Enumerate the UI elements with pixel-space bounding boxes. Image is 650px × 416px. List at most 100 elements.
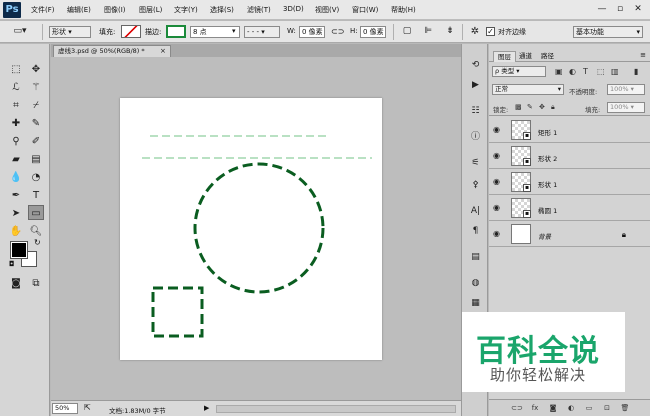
stroke-width-dropdown-icon[interactable]: ▾ bbox=[232, 27, 236, 35]
width-field[interactable]: 0 像素 bbox=[299, 26, 325, 38]
crop-tool-icon[interactable]: ⌗ bbox=[8, 98, 24, 113]
minimize-button[interactable]: — bbox=[594, 3, 610, 16]
close-window-button[interactable]: ✕ bbox=[630, 3, 646, 16]
lock-transparent-icon[interactable]: ▩ bbox=[515, 103, 522, 111]
move-tool-icon[interactable]: ✥ bbox=[28, 62, 44, 77]
new-layer-icon[interactable]: ⊡ bbox=[601, 403, 613, 414]
timeline-panel-icon[interactable]: ▦ bbox=[468, 296, 483, 310]
adjustment-layer-icon[interactable]: ◐ bbox=[565, 403, 577, 414]
close-tab-icon[interactable]: × bbox=[160, 46, 166, 57]
layer-row[interactable]: ◉ ▪ 矩形 1 bbox=[489, 118, 650, 143]
menu-type[interactable]: 文字(Y) bbox=[174, 5, 198, 15]
default-colors-icon[interactable]: ◘ bbox=[9, 260, 15, 268]
menu-window[interactable]: 窗口(W) bbox=[352, 5, 378, 15]
workspace-select[interactable]: 基本功能 ▾ bbox=[573, 26, 643, 38]
zoom-field[interactable]: 50% bbox=[52, 403, 78, 414]
zoom-tool-icon[interactable]: 🔍︎ bbox=[28, 224, 44, 239]
shape-mode-select[interactable]: 形状 ▾ bbox=[49, 26, 91, 38]
tab-channels[interactable]: 通道 bbox=[515, 51, 536, 62]
fill-field[interactable]: 100% ▾ bbox=[607, 102, 645, 113]
canvas-area[interactable] bbox=[51, 57, 461, 400]
actions-panel-icon[interactable]: ▶ bbox=[468, 78, 483, 92]
magic-wand-tool-icon[interactable]: ⚚ bbox=[28, 80, 44, 95]
lock-position-icon[interactable]: ✥ bbox=[539, 103, 545, 111]
path-operations-icon[interactable]: ▢ bbox=[399, 24, 415, 39]
opacity-field[interactable]: 100% ▾ bbox=[607, 84, 645, 95]
new-group-icon[interactable]: ▭ bbox=[583, 403, 595, 414]
clone-stamp-tool-icon[interactable]: ⚲ bbox=[8, 134, 24, 149]
eye-icon[interactable]: ◉ bbox=[493, 230, 503, 238]
type-filter-icon[interactable]: T bbox=[583, 67, 588, 76]
swap-colors-icon[interactable]: ↻ bbox=[34, 238, 41, 247]
screen-mode-icon[interactable]: ⧉ bbox=[28, 276, 44, 291]
eye-icon[interactable]: ◉ bbox=[493, 178, 503, 186]
maximize-button[interactable]: ▫ bbox=[612, 3, 628, 16]
dodge-tool-icon[interactable]: ◔ bbox=[28, 170, 44, 185]
align-edges-checkbox[interactable]: ✓ bbox=[486, 27, 495, 36]
stroke-swatch[interactable] bbox=[166, 25, 186, 38]
marquee-tool-icon[interactable]: ⬚ bbox=[8, 62, 24, 77]
delete-layer-icon[interactable]: 🗑︎ bbox=[619, 403, 631, 414]
rectangle-tool-preset-icon[interactable]: ▭▾ bbox=[12, 24, 28, 39]
eyedropper-tool-icon[interactable]: ⌿ bbox=[28, 98, 44, 113]
filter-toggle-icon[interactable]: ▮ bbox=[634, 67, 638, 76]
tab-layers[interactable]: 图层 bbox=[493, 51, 516, 62]
info-panel-icon[interactable]: ⓘ bbox=[468, 130, 483, 144]
paragraph-panel-icon[interactable]: ¶ bbox=[468, 224, 483, 238]
character-panel-icon[interactable]: A| bbox=[468, 204, 483, 218]
history-panel-icon[interactable]: ⟲ bbox=[468, 58, 483, 72]
export-icon[interactable]: ⇱ bbox=[84, 403, 91, 412]
lasso-tool-icon[interactable]: ℒ bbox=[8, 80, 24, 95]
tab-paths[interactable]: 路径 bbox=[537, 51, 558, 62]
height-field[interactable]: 0 像素 bbox=[360, 26, 386, 38]
filter-kind-select[interactable]: ρ 类型 ▾ bbox=[492, 66, 546, 77]
panel-menu-icon[interactable]: ≡ bbox=[640, 51, 646, 59]
menu-select[interactable]: 选择(S) bbox=[210, 5, 234, 15]
menu-help[interactable]: 帮助(H) bbox=[391, 5, 416, 15]
pen-tool-icon[interactable]: ✒ bbox=[8, 188, 24, 203]
eye-icon[interactable]: ◉ bbox=[493, 126, 503, 134]
layer-mask-icon[interactable]: ◙ bbox=[547, 403, 559, 414]
3d-panel-icon[interactable]: ◍ bbox=[468, 276, 483, 290]
lock-image-icon[interactable]: ✎ bbox=[527, 103, 533, 111]
menu-edit[interactable]: 编辑(E) bbox=[67, 5, 91, 15]
layer-row[interactable]: ◉ 背景 🔒︎ bbox=[489, 222, 650, 247]
menu-view[interactable]: 视图(V) bbox=[315, 5, 339, 15]
notes-panel-icon[interactable]: ▤ bbox=[468, 250, 483, 264]
dashed-rectangle[interactable] bbox=[151, 286, 204, 338]
gear-icon[interactable]: ✲ bbox=[467, 24, 483, 39]
layer-row[interactable]: ◉ ▪ 椭圆 1 bbox=[489, 196, 650, 221]
healing-brush-tool-icon[interactable]: ✚ bbox=[8, 116, 24, 131]
fill-swatch[interactable] bbox=[121, 25, 141, 38]
menu-file[interactable]: 文件(F) bbox=[31, 5, 55, 15]
clone-source-icon[interactable]: ⚴ bbox=[468, 178, 483, 192]
eye-icon[interactable]: ◉ bbox=[493, 204, 503, 212]
path-arrangement-icon[interactable]: ⇟ bbox=[442, 24, 458, 39]
gradient-tool-icon[interactable]: ▤ bbox=[28, 152, 44, 167]
hand-tool-icon[interactable]: ✋ bbox=[8, 224, 24, 239]
link-layers-icon[interactable]: ⊂⊃ bbox=[511, 403, 523, 414]
brush-tool-icon[interactable]: ✎ bbox=[28, 116, 44, 131]
status-menu-arrow-icon[interactable]: ▶ bbox=[204, 404, 209, 412]
rectangle-tool-icon[interactable]: ▭ bbox=[28, 205, 44, 220]
stroke-type-select[interactable]: - - - ▾ bbox=[244, 26, 280, 38]
foreground-color-swatch[interactable] bbox=[10, 241, 28, 259]
adjustment-filter-icon[interactable]: ◐ bbox=[569, 67, 576, 76]
shape-filter-icon[interactable]: ⬚ bbox=[597, 67, 605, 76]
image-filter-icon[interactable]: ▣ bbox=[555, 67, 563, 76]
menu-3d[interactable]: 3D(D) bbox=[283, 5, 304, 13]
menu-layer[interactable]: 图层(L) bbox=[139, 5, 162, 15]
blend-mode-select[interactable]: 正常 ▾ bbox=[492, 84, 564, 95]
type-tool-icon[interactable]: T bbox=[28, 188, 44, 203]
layer-row[interactable]: ◉ ▪ 形状 1 bbox=[489, 170, 650, 195]
brush-panel-icon[interactable]: ⚟ bbox=[468, 156, 483, 170]
menu-image[interactable]: 图像(I) bbox=[104, 5, 126, 15]
dashed-circle[interactable] bbox=[193, 162, 325, 294]
lock-all-icon[interactable]: 🔒︎ bbox=[551, 103, 555, 112]
horizontal-scrollbar[interactable] bbox=[216, 405, 456, 413]
menu-filter[interactable]: 滤镜(T) bbox=[247, 5, 271, 15]
history-brush-tool-icon[interactable]: ✐ bbox=[28, 134, 44, 149]
smart-object-filter-icon[interactable]: ▥ bbox=[611, 67, 619, 76]
blur-tool-icon[interactable]: 💧 bbox=[8, 170, 24, 185]
eye-icon[interactable]: ◉ bbox=[493, 152, 503, 160]
